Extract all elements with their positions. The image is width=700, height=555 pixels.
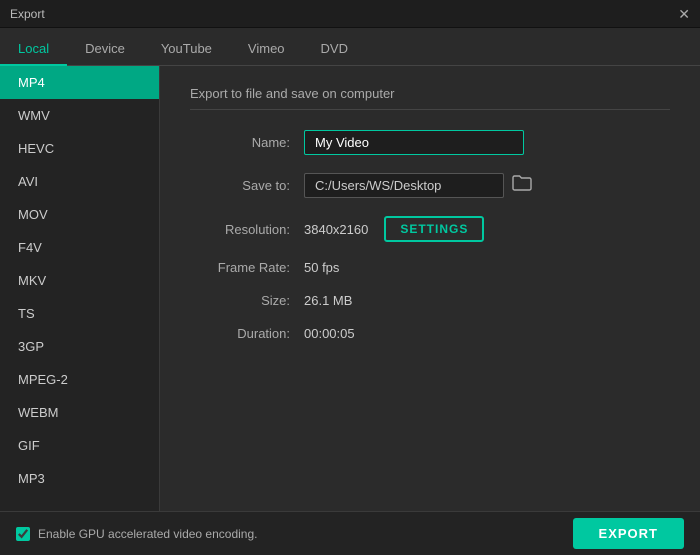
sidebar-item-3gp[interactable]: 3GP bbox=[0, 330, 159, 363]
section-title: Export to file and save on computer bbox=[190, 86, 670, 110]
gpu-checkbox[interactable] bbox=[16, 527, 30, 541]
saveto-input[interactable] bbox=[304, 173, 504, 198]
sidebar-item-mkv[interactable]: MKV bbox=[0, 264, 159, 297]
resolution-container: 3840x2160 SETTINGS bbox=[304, 216, 484, 242]
sidebar-item-mpeg2[interactable]: MPEG-2 bbox=[0, 363, 159, 396]
sidebar-item-avi[interactable]: AVI bbox=[0, 165, 159, 198]
titlebar: Export ✕ bbox=[0, 0, 700, 28]
saveto-row: Save to: bbox=[190, 173, 670, 198]
tab-dvd[interactable]: DVD bbox=[303, 33, 366, 66]
resolution-label: Resolution: bbox=[190, 222, 290, 237]
export-button[interactable]: EXPORT bbox=[573, 518, 684, 549]
sidebar-item-mp3[interactable]: MP3 bbox=[0, 462, 159, 495]
gpu-label: Enable GPU accelerated video encoding. bbox=[38, 527, 257, 541]
main-area: MP4 WMV HEVC AVI MOV F4V MKV TS 3GP MPEG… bbox=[0, 66, 700, 511]
sidebar-item-webm[interactable]: WEBM bbox=[0, 396, 159, 429]
size-value: 26.1 MB bbox=[304, 293, 352, 308]
resolution-row: Resolution: 3840x2160 SETTINGS bbox=[190, 216, 670, 242]
framerate-label: Frame Rate: bbox=[190, 260, 290, 275]
sidebar-item-ts[interactable]: TS bbox=[0, 297, 159, 330]
duration-value: 00:00:05 bbox=[304, 326, 355, 341]
gpu-check-area: Enable GPU accelerated video encoding. bbox=[16, 527, 257, 541]
framerate-value: 50 fps bbox=[304, 260, 339, 275]
tab-youtube[interactable]: YouTube bbox=[143, 33, 230, 66]
name-row: Name: bbox=[190, 130, 670, 155]
close-button[interactable]: ✕ bbox=[678, 7, 690, 21]
saveto-label: Save to: bbox=[190, 178, 290, 193]
sidebar-item-gif[interactable]: GIF bbox=[0, 429, 159, 462]
sidebar-item-f4v[interactable]: F4V bbox=[0, 231, 159, 264]
content-area: Export to file and save on computer Name… bbox=[160, 66, 700, 511]
size-label: Size: bbox=[190, 293, 290, 308]
name-input[interactable] bbox=[304, 130, 524, 155]
bottombar: Enable GPU accelerated video encoding. E… bbox=[0, 511, 700, 555]
saveto-container bbox=[304, 173, 532, 198]
framerate-row: Frame Rate: 50 fps bbox=[190, 260, 670, 275]
sidebar-item-mov[interactable]: MOV bbox=[0, 198, 159, 231]
sidebar-item-mp4[interactable]: MP4 bbox=[0, 66, 159, 99]
resolution-value: 3840x2160 bbox=[304, 222, 368, 237]
tab-local[interactable]: Local bbox=[0, 33, 67, 66]
settings-button[interactable]: SETTINGS bbox=[384, 216, 484, 242]
sidebar-item-wmv[interactable]: WMV bbox=[0, 99, 159, 132]
name-label: Name: bbox=[190, 135, 290, 150]
sidebar: MP4 WMV HEVC AVI MOV F4V MKV TS 3GP MPEG… bbox=[0, 66, 160, 511]
tab-device[interactable]: Device bbox=[67, 33, 143, 66]
folder-icon[interactable] bbox=[512, 174, 532, 197]
size-row: Size: 26.1 MB bbox=[190, 293, 670, 308]
window-title: Export bbox=[10, 7, 45, 21]
duration-label: Duration: bbox=[190, 326, 290, 341]
tab-vimeo[interactable]: Vimeo bbox=[230, 33, 303, 66]
sidebar-item-hevc[interactable]: HEVC bbox=[0, 132, 159, 165]
duration-row: Duration: 00:00:05 bbox=[190, 326, 670, 341]
tabbar: Local Device YouTube Vimeo DVD bbox=[0, 28, 700, 66]
